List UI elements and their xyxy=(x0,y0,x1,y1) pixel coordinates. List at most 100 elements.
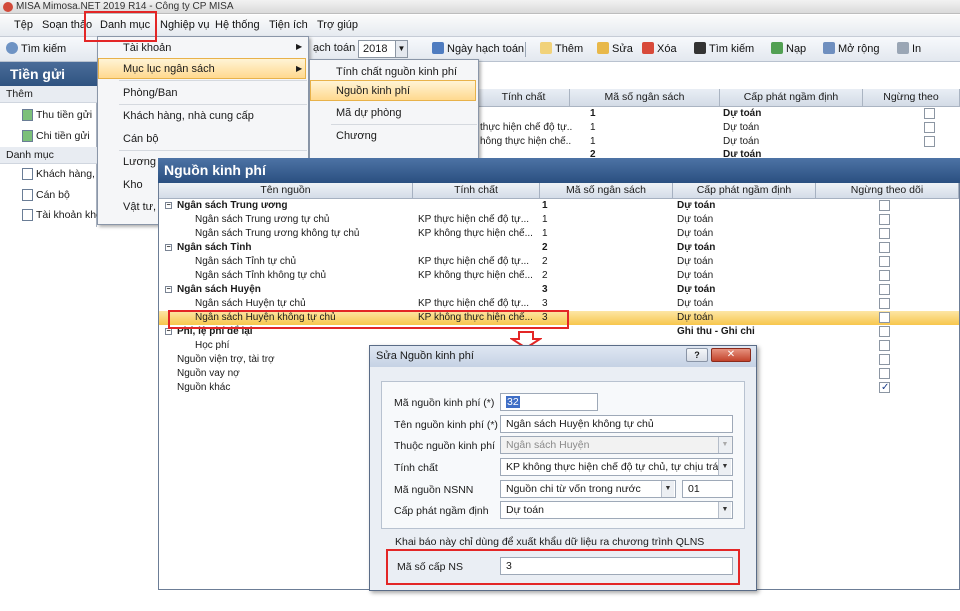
col-header-cap-phat[interactable]: Cấp phát ngầm định xyxy=(673,183,816,199)
col-header-ma-so[interactable]: Mã số ngân sách xyxy=(540,183,673,199)
cell-cap-phat: Dự toán xyxy=(677,242,716,253)
nature-select[interactable]: KP không thực hiện chế độ tự chủ, tự chị… xyxy=(500,458,733,476)
table-row[interactable]: Ngân sách Tỉnh tự chủ KP thực hiện chế độ… xyxy=(159,255,959,269)
left-item-accounts[interactable]: Tài khoản khc xyxy=(22,209,101,221)
submenu-item-chuong[interactable]: Chương xyxy=(336,130,377,142)
stop-tracking-checkbox[interactable] xyxy=(879,284,890,295)
cell-cap-phat: Dự toán xyxy=(677,298,714,309)
menu-tep[interactable]: Tệp xyxy=(14,19,33,31)
stop-tracking-checkbox[interactable] xyxy=(879,312,890,323)
nsnn-select[interactable]: Nguồn chi từ vốn trong nước xyxy=(500,480,676,498)
table-row[interactable]: − Ngân sách Huyện 3 Dự toán xyxy=(159,283,959,297)
stop-tracking-checkbox[interactable] xyxy=(879,228,890,239)
document-icon xyxy=(22,168,33,180)
menu-item-tai-khoan[interactable]: Tài khoản xyxy=(123,42,171,54)
bg-checkbox[interactable] xyxy=(924,108,935,119)
stop-tracking-checkbox[interactable] xyxy=(879,242,890,253)
cell-cap-phat: Ghi thu - Ghi chi xyxy=(677,326,755,337)
bg-cell: thực hiện chế độ tự... xyxy=(480,122,572,133)
add-button[interactable]: Thêm xyxy=(540,42,583,55)
alloc-select[interactable]: Dự toán xyxy=(500,501,733,519)
cell-tinh-chat: KP không thực hiện chế... xyxy=(418,270,533,281)
left-item-staff[interactable]: Cán bộ xyxy=(22,189,70,201)
bg-cell: 2 xyxy=(590,149,596,158)
print-button[interactable]: In xyxy=(897,42,921,55)
left-item-pay-deposit[interactable]: Chi tiền gửi xyxy=(22,130,90,142)
toolbar-separator xyxy=(525,42,526,57)
stop-tracking-checkbox[interactable] xyxy=(879,382,890,393)
close-button[interactable]: ✕ xyxy=(711,348,751,362)
nsnn-code-field[interactable]: 01 xyxy=(682,480,733,498)
cell-ma-so: 2 xyxy=(542,242,548,253)
collapse-icon[interactable]: − xyxy=(165,202,172,209)
left-item-customers[interactable]: Khách hàng, n xyxy=(22,168,104,180)
submenu-item-nguon-kinh-phi[interactable]: Nguồn kinh phí xyxy=(336,85,410,97)
menu-tro-giup[interactable]: Trợ giúp xyxy=(317,19,358,31)
cell-ten-nguon: Ngân sách Huyện tự chủ xyxy=(195,298,306,309)
find-button[interactable]: Tìm kiếm xyxy=(694,42,754,55)
cell-cap-phat: Dự toán xyxy=(677,312,714,323)
menu-item-muc-luc-ngan-sach[interactable]: Mục lục ngân sách xyxy=(123,63,215,75)
bg-header-cap-phat: Cấp phát ngầm định xyxy=(720,89,863,107)
col-header-tinh-chat[interactable]: Tính chất xyxy=(413,183,540,199)
stop-tracking-checkbox[interactable] xyxy=(879,326,890,337)
stop-tracking-checkbox[interactable] xyxy=(879,354,890,365)
stop-tracking-checkbox[interactable] xyxy=(879,256,890,267)
collapse-icon[interactable]: − xyxy=(165,286,172,293)
close-icon: ✕ xyxy=(726,349,736,360)
print-icon xyxy=(897,42,909,54)
menu-nghiep-vu[interactable]: Nghiệp vụ xyxy=(160,19,210,31)
submenu-item-ma-du-phong[interactable]: Mã dự phòng xyxy=(336,107,401,119)
menu-separator xyxy=(119,104,307,105)
table-row[interactable]: Ngân sách Trung ương tự chủ KP thực hiện … xyxy=(159,213,959,227)
calendar-icon xyxy=(432,42,444,54)
menu-item-can-bo[interactable]: Cán bộ xyxy=(123,133,158,145)
bg-checkbox[interactable] xyxy=(924,136,935,147)
search-button[interactable]: Tìm kiếm xyxy=(6,42,66,55)
col-header-ngung-theo-doi[interactable]: Ngừng theo dõi xyxy=(816,183,959,199)
left-item-receive-deposit[interactable]: Thu tiền gửi xyxy=(22,109,92,121)
table-row[interactable]: Ngân sách Trung ương không tự chủ KP khôn… xyxy=(159,227,959,241)
load-button[interactable]: Nạp xyxy=(771,42,806,55)
menu-item-phong-ban[interactable]: Phòng/Ban xyxy=(123,87,177,99)
table-row[interactable]: − Ngân sách Tỉnh 2 Dự toán xyxy=(159,241,959,255)
col-header-ten-nguon[interactable]: Tên nguồn xyxy=(159,183,413,199)
document-icon xyxy=(22,189,33,201)
table-row[interactable]: Ngân sách Huyện tự chủ KP thực hiện chế đ… xyxy=(159,297,959,311)
stop-tracking-checkbox[interactable] xyxy=(879,214,890,225)
menu-tien-ich[interactable]: Tiện ích xyxy=(269,19,308,31)
cell-cap-phat: Dự toán xyxy=(677,200,716,211)
help-button[interactable]: ? xyxy=(686,348,708,362)
posting-date-button[interactable]: Ngày hạch toán xyxy=(432,42,524,55)
bg-cell: Dự toán xyxy=(723,149,762,158)
left-section-catalog: Danh mục xyxy=(0,147,97,164)
chevron-down-icon[interactable]: ▼ xyxy=(718,459,731,475)
stop-tracking-checkbox[interactable] xyxy=(879,298,890,309)
expand-button[interactable]: Mở rộng xyxy=(823,42,879,55)
stop-tracking-checkbox[interactable] xyxy=(879,340,890,351)
cell-cap-phat: Dự toán xyxy=(677,228,714,239)
delete-button[interactable]: Xóa xyxy=(642,42,677,55)
name-field[interactable]: Ngân sách Huyện không tự chủ xyxy=(500,415,733,433)
code-field[interactable]: 32 xyxy=(500,393,598,411)
stop-tracking-checkbox[interactable] xyxy=(879,200,890,211)
collapse-icon[interactable]: − xyxy=(165,244,172,251)
collapse-icon[interactable]: − xyxy=(165,328,172,335)
bg-header-ma-so: Mã số ngân sách xyxy=(570,89,720,107)
table-row[interactable]: Ngân sách Tỉnh không tự chủ KP không thực… xyxy=(159,269,959,283)
bg-checkbox[interactable] xyxy=(924,122,935,133)
stop-tracking-checkbox[interactable] xyxy=(879,270,890,281)
submenu-item-tinh-chat[interactable]: Tính chất nguồn kinh phí xyxy=(336,66,457,78)
chevron-down-icon[interactable]: ▼ xyxy=(661,481,674,497)
edit-button[interactable]: Sửa xyxy=(597,42,633,55)
chevron-down-icon[interactable]: ▼ xyxy=(395,41,407,57)
menu-item-vat-tu[interactable]: Vật tư, xyxy=(123,201,156,213)
menu-separator xyxy=(119,80,307,81)
menu-item-luong[interactable]: Lương xyxy=(123,156,156,168)
stop-tracking-checkbox[interactable] xyxy=(879,368,890,379)
chevron-down-icon[interactable]: ▼ xyxy=(718,502,731,518)
menu-item-khach-hang[interactable]: Khách hàng, nhà cung cấp xyxy=(123,110,254,122)
menu-item-kho[interactable]: Kho xyxy=(123,179,143,191)
table-row[interactable]: − Ngân sách Trung ương 1 Dự toán xyxy=(159,199,959,213)
menu-he-thong[interactable]: Hệ thống xyxy=(215,19,260,31)
